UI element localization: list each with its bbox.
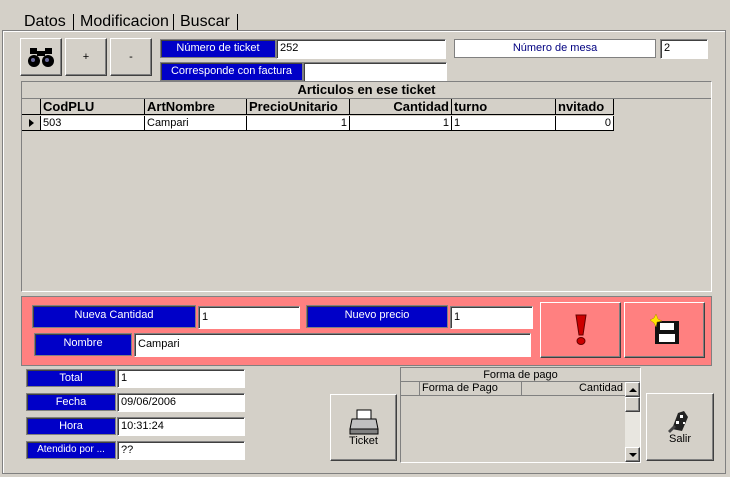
invoice-label: Corresponde con factura	[160, 62, 303, 81]
column-header-cantidad-pago[interactable]: Cantidad	[522, 382, 625, 395]
search-button[interactable]	[20, 38, 62, 76]
scroll-up-button[interactable]	[625, 382, 640, 397]
column-header-preciounitario[interactable]: PrecioUnitario	[247, 99, 350, 114]
scroll-down-button[interactable]	[625, 447, 640, 462]
articles-title: Articulos en ese ticket	[22, 82, 711, 99]
grid-header-row: CodPLU ArtNombre PrecioUnitario Cantidad…	[22, 99, 614, 115]
print-ticket-label: Ticket	[349, 434, 378, 447]
current-row-arrow-icon	[29, 119, 34, 127]
table-number-field[interactable]: 2	[660, 39, 708, 59]
add-button[interactable]: +	[65, 38, 107, 76]
date-field[interactable]: 09/06/2006	[117, 393, 245, 412]
scroll-thumb[interactable]	[625, 397, 640, 412]
time-label: Hora	[26, 417, 116, 435]
payment-title: Forma de pago	[401, 368, 640, 382]
new-price-field[interactable]: 1	[450, 306, 533, 329]
payment-indicator-header	[401, 382, 420, 395]
name-label: Nombre	[34, 333, 132, 356]
cell-preciounitario[interactable]: 1	[247, 116, 350, 130]
cell-cantidad[interactable]: 1	[350, 116, 452, 130]
cell-turno[interactable]: 1	[452, 116, 556, 130]
alert-button[interactable]	[540, 302, 621, 358]
attended-by-label: Atendido por ...	[26, 441, 116, 459]
cell-codplu[interactable]: 503	[41, 116, 145, 130]
new-quantity-field[interactable]: 1	[198, 306, 300, 329]
column-header-forma-de-pago[interactable]: Forma de Pago	[420, 382, 522, 395]
exit-button[interactable]: Salir	[646, 393, 714, 461]
print-ticket-button[interactable]: Ticket	[330, 394, 397, 461]
arrow-up-icon	[628, 387, 637, 392]
exit-door-icon	[668, 411, 688, 433]
remove-button[interactable]: -	[110, 38, 152, 76]
tab-datos[interactable]: Datos	[20, 12, 70, 32]
arrow-down-icon	[628, 452, 637, 457]
column-header-cantidad[interactable]: Cantidad	[350, 99, 452, 114]
tab-modificacion[interactable]: Modificacion	[76, 12, 173, 32]
total-field[interactable]: 1	[117, 369, 245, 388]
table-row[interactable]: 503 Campari 1 1 1 0	[22, 116, 614, 131]
floppy-disk-icon	[649, 314, 679, 344]
column-header-artnombre[interactable]: ArtNombre	[145, 99, 247, 114]
column-header-nvitado[interactable]: nvitado	[556, 99, 614, 114]
new-price-label: Nuevo precio	[306, 305, 448, 328]
ticket-number-label: Número de ticket	[160, 39, 276, 58]
save-button[interactable]	[624, 302, 705, 358]
printer-icon	[348, 409, 379, 434]
column-header-codplu[interactable]: CodPLU	[41, 99, 145, 114]
date-label: Fecha	[26, 393, 116, 411]
articles-grid[interactable]: Articulos en ese ticket CodPLU ArtNombre…	[21, 81, 712, 292]
exit-label: Salir	[668, 433, 691, 445]
row-indicator-header	[22, 99, 41, 114]
total-label: Total	[26, 369, 116, 387]
cell-artnombre[interactable]: Campari	[145, 116, 247, 130]
column-header-turno[interactable]: turno	[452, 99, 556, 114]
time-field[interactable]: 10:31:24	[117, 417, 245, 436]
row-indicator	[22, 116, 41, 130]
payment-scrollbar[interactable]	[625, 382, 640, 462]
name-field[interactable]: Campari	[134, 333, 531, 357]
cell-nvitado[interactable]: 0	[556, 116, 614, 130]
payment-header-row: Forma de Pago Cantidad	[401, 382, 625, 396]
tab-buscar[interactable]: Buscar	[176, 12, 234, 32]
new-quantity-label: Nueva Cantidad	[32, 305, 196, 328]
binoculars-icon	[28, 48, 54, 67]
attended-by-field[interactable]: ??	[117, 441, 245, 460]
table-number-label: Número de mesa	[454, 39, 656, 58]
exclamation-icon	[574, 314, 587, 345]
payment-grid[interactable]: Forma de pago Forma de Pago Cantidad	[400, 367, 641, 463]
ticket-number-field[interactable]: 252	[276, 39, 446, 59]
invoice-field[interactable]	[303, 62, 447, 82]
